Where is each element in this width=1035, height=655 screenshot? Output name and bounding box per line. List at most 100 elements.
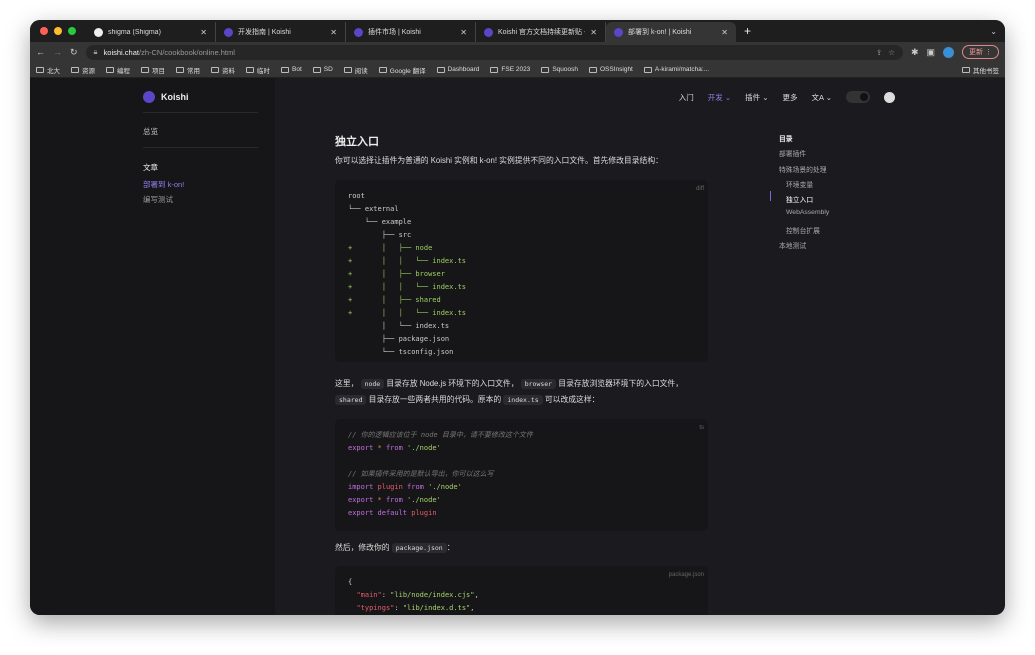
bookmark-item[interactable]: A-kirami/matcha:... (644, 66, 709, 73)
bookmark-item[interactable]: SD (313, 66, 333, 73)
folder-icon (141, 67, 149, 73)
inline-code: shared (335, 395, 366, 405)
translate-icon: 文A (812, 93, 824, 102)
address-bar[interactable]: 🔒︎ koishi.chat/zh-CN/cookbook/online.htm… (86, 45, 903, 60)
window-controls (30, 27, 86, 35)
close-window-button[interactable] (40, 27, 48, 35)
bookmark-item[interactable]: 资料 (211, 65, 235, 75)
minimize-window-button[interactable] (54, 27, 62, 35)
bookmark-star-icon[interactable]: ☆ (888, 48, 895, 57)
table-of-contents: 目录 部署插件 特殊场景的处理 环境变量 独立入口 WebAssembly 控制… (779, 133, 829, 255)
folder-icon (106, 67, 114, 73)
tree-line: ├── src (348, 229, 695, 242)
toc-item[interactable]: 控制台扩展 (779, 225, 829, 240)
bookmark-item[interactable]: 临时 (246, 65, 270, 75)
nav-getting-started[interactable]: 入门 (679, 92, 694, 103)
tree-code-block: diffroot└── external └── example ├── src… (335, 180, 708, 362)
browser-window: shigma (Shigma)✕ 开发指南 | Koishi✕ 插件市场 | K… (30, 20, 1005, 615)
browser-tab[interactable]: shigma (Shigma)✕ (86, 22, 216, 42)
site-icon (490, 67, 498, 73)
inline-code: node (361, 379, 385, 389)
site-logo[interactable]: Koishi (143, 91, 189, 103)
toc-item[interactable]: 特殊场景的处理 (779, 164, 829, 179)
url-host: koishi.chat (104, 48, 139, 57)
bookmark-item[interactable]: 北大 (36, 65, 60, 75)
bookmark-item[interactable]: 常用 (176, 65, 200, 75)
tree-line: └── tsconfig.json (348, 346, 695, 359)
forward-icon[interactable]: → (53, 47, 62, 57)
bookmark-item[interactable]: 编程 (106, 65, 130, 75)
tab-search-chevron-icon[interactable]: ⌄ (990, 27, 997, 36)
top-nav: 入门 开发 ⌄ 插件 ⌄ 更多 文A ⌄ (679, 91, 895, 103)
tree-line: + │ │ └── index.ts (348, 255, 695, 268)
tree-line: + │ │ └── index.ts (348, 281, 695, 294)
address-toolbar: ← → ↻ 🔒︎ koishi.chat/zh-CN/cookbook/onli… (30, 42, 1005, 62)
tree-line: ├── package.json (348, 333, 695, 346)
folder-icon (36, 67, 44, 73)
sidebar-item-overview[interactable]: 总览 (143, 126, 158, 137)
close-tab-icon[interactable]: ✕ (590, 28, 597, 37)
bookmark-item[interactable]: Google 翻译 (379, 65, 426, 75)
folder-icon (313, 67, 321, 73)
language-switcher[interactable]: 文A ⌄ (812, 92, 832, 103)
other-bookmarks[interactable]: 其他书签 (962, 65, 999, 75)
sidebar-section-title: 文章 (143, 162, 158, 173)
tree-line: + │ ├── node (348, 242, 695, 255)
tree-line: + │ ├── browser (348, 268, 695, 281)
back-icon[interactable]: ← (36, 47, 45, 57)
divider (143, 147, 258, 148)
nav-plugins[interactable]: 插件 ⌄ (745, 92, 768, 103)
bookmark-item[interactable]: 阅读 (344, 65, 368, 75)
close-tab-icon[interactable]: ✕ (460, 28, 467, 37)
folder-icon (281, 67, 289, 73)
new-tab-button[interactable]: + (744, 24, 751, 38)
site-icon (379, 67, 387, 73)
dark-mode-toggle[interactable] (846, 91, 870, 103)
inline-code: browser (521, 379, 556, 389)
close-tab-icon[interactable]: ✕ (330, 28, 337, 37)
github-icon[interactable] (884, 92, 895, 103)
toc-item[interactable]: WebAssembly (779, 209, 829, 224)
maximize-window-button[interactable] (68, 27, 76, 35)
nav-develop[interactable]: 开发 ⌄ (708, 92, 731, 103)
toc-item[interactable]: 环境变量 (779, 179, 829, 194)
reload-icon[interactable]: ↻ (70, 47, 78, 58)
koishi-logo-icon (143, 91, 155, 103)
site-icon (644, 67, 652, 73)
browser-tab[interactable]: 开发指南 | Koishi✕ (216, 22, 346, 42)
url-path: /zh-CN/cookbook/online.html (139, 48, 235, 57)
koishi-icon (354, 28, 363, 37)
code-lang-label: package.json (669, 569, 704, 582)
nav-more[interactable]: 更多 (783, 92, 798, 103)
side-panel-icon[interactable]: ▣ (927, 47, 936, 58)
github-icon (94, 28, 103, 37)
update-button[interactable]: 更新 ⋮ (962, 45, 999, 59)
tree-line: + │ │ └── index.ts (348, 307, 695, 320)
bookmark-item[interactable]: OSSInsight (589, 66, 633, 73)
extensions-icon[interactable]: ✱ (911, 47, 919, 58)
toc-item[interactable]: 本地测试 (779, 240, 829, 255)
toc-item[interactable]: 部署插件 (779, 148, 829, 163)
bookmark-item[interactable]: Bot (281, 66, 302, 73)
browser-tab[interactable]: 插件市场 | Koishi✕ (346, 22, 476, 42)
bookmark-item[interactable]: Squoosh (541, 66, 578, 73)
share-icon[interactable]: ⇪ (876, 48, 882, 57)
bookmark-item[interactable]: 资源 (71, 65, 95, 75)
tree-line: root (348, 190, 695, 203)
tree-line: │ └── index.ts (348, 320, 695, 333)
intro-paragraph: 你可以选择让插件为普通的 Koishi 实例和 k-on! 实例提供不同的入口文… (335, 153, 708, 169)
bookmark-item[interactable]: Dashboard (437, 66, 480, 73)
bookmark-item[interactable]: 项目 (141, 65, 165, 75)
koishi-icon (484, 28, 493, 37)
close-tab-icon[interactable]: ✕ (200, 28, 207, 37)
sidebar-item-deploy-kon[interactable]: 部署到 k-on! (143, 179, 184, 190)
browser-tab[interactable]: Koishi 官方文档持续更新贴 - 官方...✕ (476, 22, 606, 42)
sidebar-item-testing[interactable]: 编写测试 (143, 194, 173, 205)
toc-active-marker (770, 191, 771, 201)
profile-avatar[interactable] (943, 47, 954, 58)
bookmark-item[interactable]: FSE 2023 (490, 66, 530, 73)
browser-tab-active[interactable]: 部署到 k-on! | Koishi✕ (606, 22, 736, 42)
close-tab-icon[interactable]: ✕ (721, 28, 728, 37)
koishi-icon (614, 28, 623, 37)
toc-item-active[interactable]: 独立入口 (779, 194, 829, 209)
